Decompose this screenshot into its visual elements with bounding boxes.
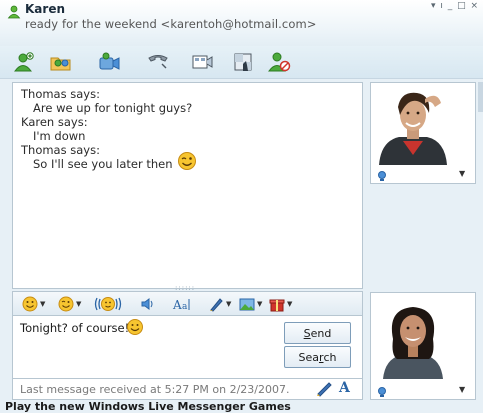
send-button[interactable]: Send [284, 322, 351, 344]
handwriting-menu-button[interactable]: ▼ [208, 295, 231, 313]
activities-icon [192, 55, 213, 69]
conversation-header: Karen ready for the weekend <karentoh@ho… [0, 0, 483, 48]
message-sender: Thomas says: [21, 87, 100, 101]
webcam-icon[interactable] [377, 171, 387, 181]
last-message-status: Last message received at 5:27 PM on 2/23… [20, 383, 290, 396]
scrollbar[interactable] [478, 82, 483, 112]
chevron-down-icon: ▼ [287, 300, 293, 308]
contact-display-picture[interactable] [373, 85, 453, 165]
message-text: Are we up for tonight guys? [33, 101, 193, 115]
svg-text:a: a [182, 302, 188, 312]
invite-contact-button[interactable] [12, 51, 36, 73]
search-button[interactable]: Sea r ch [284, 346, 351, 368]
wink-emoticon-icon [178, 152, 196, 170]
chevron-down-icon: ▼ [226, 300, 232, 308]
status-bar: Last message received at 5:27 PM on 2/23… [12, 378, 363, 400]
gifts-menu-button[interactable]: ▼ [269, 295, 292, 313]
resize-grip[interactable]: :::::: [175, 285, 203, 292]
message-compose-box[interactable]: Tonight? of course! Send Sea r ch [12, 315, 363, 380]
svg-text:A: A [172, 298, 182, 312]
online-status-icon [7, 5, 21, 19]
nudge-button[interactable] [94, 295, 122, 313]
background-picture-icon [239, 298, 255, 311]
share-files-button[interactable] [49, 51, 73, 73]
user-display-picture[interactable] [373, 299, 453, 379]
block-contact-icon [268, 52, 291, 72]
webcam-icon[interactable] [377, 387, 387, 397]
message-sender: Karen says: [21, 115, 88, 129]
font-toggle-icon[interactable]: A [339, 380, 350, 396]
message-text: I'm down [33, 129, 86, 143]
invite-contact-icon [14, 52, 34, 72]
smiley-icon [22, 296, 38, 312]
send-label-accesskey: S [303, 326, 311, 340]
font-icon: A a [172, 298, 190, 312]
contact-display-picture-frame: ▼ [370, 82, 476, 184]
search-label-post: ch [323, 350, 337, 364]
speaker-icon [141, 298, 153, 310]
message-sender: Thomas says: [21, 143, 100, 157]
handwriting-icon[interactable] [316, 381, 334, 397]
contact-personal-message: ready for the weekend <karentoh@hotmail.… [25, 17, 317, 31]
contact-name: Karen [25, 2, 65, 16]
chevron-down-icon[interactable]: ▼ [459, 385, 465, 394]
conversation-toolbar [0, 46, 483, 79]
conversation-history[interactable]: Thomas says: Are we up for tonight guys?… [12, 82, 363, 289]
winks-menu-button[interactable]: ▼ [58, 295, 81, 313]
wink-icon [58, 296, 74, 312]
user-display-picture-frame: ▼ [370, 292, 476, 400]
search-label-pre: Sea [298, 350, 319, 364]
share-folder-icon [50, 57, 71, 71]
compose-text[interactable]: Tonight? of course! [20, 321, 129, 335]
activities-button[interactable] [190, 51, 214, 73]
gift-icon [269, 299, 285, 312]
phone-icon [148, 55, 168, 69]
chevron-down-icon[interactable]: ▼ [459, 169, 465, 178]
block-contact-button[interactable] [268, 51, 292, 73]
nudge-icon [94, 297, 122, 311]
chevron-down-icon: ▼ [257, 300, 263, 308]
formatting-toolbar: ▼ ▼ A a ▼ ▼ ▼ [12, 291, 363, 316]
backgrounds-menu-button[interactable]: ▼ [239, 295, 262, 313]
window-controls[interactable]: ▾ ı _ □ × [431, 1, 479, 11]
chevron-down-icon: ▼ [40, 300, 46, 308]
emoticons-menu-button[interactable]: ▼ [22, 295, 45, 313]
pen-icon [210, 298, 223, 312]
send-label-post: end [310, 326, 332, 340]
chevron-down-icon: ▼ [76, 300, 82, 308]
video-call-icon [99, 52, 120, 70]
games-promo-link[interactable]: Play the new Windows Live Messenger Game… [5, 400, 291, 413]
voice-clip-button[interactable] [140, 295, 158, 313]
change-font-button[interactable]: A a [172, 295, 196, 313]
smile-emoticon-icon [127, 319, 143, 335]
games-button[interactable] [232, 51, 256, 73]
message-text: So I'll see you later then [33, 157, 173, 171]
video-call-button[interactable] [97, 51, 121, 73]
call-button[interactable] [146, 51, 170, 73]
games-icon [234, 53, 252, 71]
